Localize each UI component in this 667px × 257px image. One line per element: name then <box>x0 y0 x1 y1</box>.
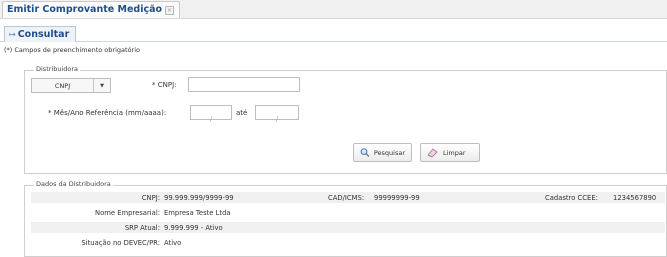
company-name-label: Nome Empresarial: <box>95 209 160 217</box>
required-note: (*) Campos de preenchimento obrigatório <box>4 46 140 54</box>
tab-close-icon[interactable]: × <box>165 5 175 15</box>
date-separator: / <box>209 115 213 123</box>
doc-type-value: CNPJ <box>54 81 71 90</box>
situation-value: Ativo <box>164 239 182 247</box>
cad-icms-label: CAD/ICMS: <box>328 194 365 202</box>
eraser-icon <box>427 148 438 158</box>
date-separator: / <box>275 115 279 123</box>
ccee-label: Cadastro CCEE: <box>545 194 598 202</box>
company-name-value: Empresa Teste Ltda <box>164 209 231 217</box>
distribuidora-data-legend: Dados da Distribuidora <box>34 180 113 188</box>
doc-type-select[interactable]: CNPJ ▼ <box>31 78 111 93</box>
cnpj-detail-label: CNPJ: <box>141 194 160 202</box>
month-to-input[interactable]: / <box>255 105 299 123</box>
tab-emitir-comprovante[interactable]: Emitir Comprovante Medição × <box>2 1 181 18</box>
srp-label: SRP Atual: <box>124 224 160 232</box>
tab-title: Emitir Comprovante Medição <box>7 4 163 15</box>
cnpj-detail-value: 99.999.999/9999-99 <box>164 194 234 202</box>
ccee-value: 1234567890 <box>613 194 657 202</box>
dropdown-arrow-icon[interactable]: ▼ <box>93 79 110 92</box>
search-button[interactable]: Pesquisar <box>353 143 412 162</box>
situation-label: Situação no DEVEC/PR: <box>81 239 160 247</box>
month-from-input[interactable]: / <box>190 105 232 123</box>
search-label: Pesquisar <box>373 148 405 157</box>
subtab-bar <box>0 26 667 42</box>
cad-icms-value: 99999999-99 <box>374 194 420 202</box>
cnpj-label: * CNPJ: <box>152 81 177 89</box>
subtab-consultar[interactable]: ↦ Consultar <box>4 26 77 42</box>
clear-label: Limpar <box>443 148 466 157</box>
srp-value: 9.999.999 - Ativo <box>164 224 223 232</box>
arrow-right-icon: ↦ <box>9 30 16 39</box>
search-icon <box>360 148 370 158</box>
cnpj-input[interactable] <box>188 77 300 92</box>
distribuidora-fieldset <box>24 70 667 174</box>
subtab-label: Consultar <box>17 29 70 40</box>
until-label: até <box>236 109 248 117</box>
distribuidora-legend: Distribuidora <box>34 65 81 73</box>
clear-button[interactable]: Limpar <box>420 143 480 162</box>
period-label: * Mês/Ano Referência (mm/aaaa): <box>48 109 167 117</box>
